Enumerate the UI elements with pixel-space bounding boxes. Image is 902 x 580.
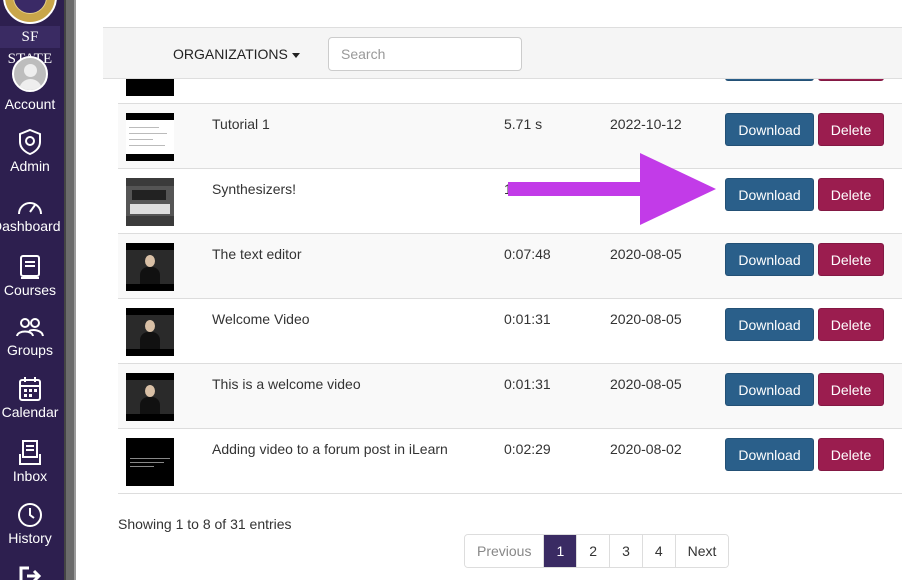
brand-text: SF STATE [0, 26, 60, 67]
download-button[interactable]: Download [725, 438, 814, 471]
pagination-next[interactable]: Next [674, 535, 729, 567]
download-button[interactable]: Download [725, 243, 814, 276]
video-length: 0:02:29 [504, 441, 551, 457]
video-title[interactable]: This is a welcome video [212, 376, 361, 392]
video-title[interactable]: Tutorial 1 [212, 116, 270, 132]
nav-inbox[interactable]: Inbox [0, 440, 60, 484]
pagination-page-4[interactable]: 4 [641, 535, 675, 567]
video-thumbnail [126, 308, 174, 356]
video-thumbnail [126, 113, 174, 161]
nav-account-label: Account [4, 96, 56, 112]
nav-inbox-label: Inbox [12, 468, 48, 484]
video-title[interactable]: Adding video to a forum post in iLearn [212, 441, 448, 457]
download-button[interactable]: Download [725, 178, 814, 211]
video-length: 0:07:48 [504, 246, 551, 262]
calendar-icon [19, 377, 41, 401]
nav-dashboard-label: Dashboard [0, 218, 61, 234]
video-thumbnail [126, 373, 174, 421]
nav-history[interactable]: History [0, 502, 60, 546]
video-thumbnail [126, 438, 174, 486]
table-row: This is a welcome video 0:01:31 2020-08-… [118, 364, 902, 429]
global-nav: SF STATE Account Admin Dashboard Courses [0, 0, 64, 580]
video-title[interactable]: The text editor [212, 246, 302, 262]
video-date: 2020-08-02 [610, 441, 682, 457]
delete-button[interactable]: Delete [818, 373, 884, 406]
shield-icon [19, 128, 41, 156]
entries-info: Showing 1 to 8 of 31 entries [118, 516, 292, 532]
video-title[interactable]: Synthesizers! [212, 181, 296, 197]
delete-button[interactable]: Delete [818, 308, 884, 341]
video-thumbnail [126, 178, 174, 226]
delete-button[interactable]: Delete [818, 113, 884, 146]
nav-groups-label: Groups [7, 342, 53, 358]
book-icon [20, 255, 40, 279]
video-date: 2020-08-05 [610, 376, 682, 392]
nav-calendar[interactable]: Calendar [0, 376, 60, 420]
delete-button[interactable]: Delete [818, 243, 884, 276]
people-icon [16, 318, 44, 337]
nav-calendar-label: Calendar [1, 404, 59, 420]
annotation-arrow-icon [508, 153, 716, 225]
download-button[interactable]: Download [725, 308, 814, 341]
nav-dashboard[interactable]: Dashboard [0, 196, 61, 234]
nav-courses[interactable]: Courses [0, 254, 60, 298]
organizations-label: ORGANIZATIONS [173, 46, 288, 62]
pagination-page-3[interactable]: 3 [609, 535, 642, 567]
nav-courses-label: Courses [3, 282, 57, 298]
pagination: Previous 1 2 3 4 Next [464, 534, 730, 568]
university-seal-icon [3, 0, 57, 24]
nav-divider [64, 0, 76, 580]
pagination-page-1[interactable]: 1 [543, 535, 577, 567]
video-date: 2022-10-12 [610, 116, 682, 132]
nav-account[interactable]: Account [0, 56, 60, 112]
media-toolbar: ORGANIZATIONS [103, 27, 902, 79]
video-length: 0:01:31 [504, 311, 551, 327]
table-row: Welcome Video 0:01:31 2020-08-05 Downloa… [118, 299, 902, 364]
organizations-dropdown[interactable]: ORGANIZATIONS [173, 46, 300, 62]
table-row: The text editor 0:07:48 2020-08-05 Downl… [118, 234, 902, 299]
logout-icon [19, 566, 42, 580]
download-button[interactable]: Download [725, 113, 814, 146]
download-button[interactable]: Download [725, 373, 814, 406]
video-date: 2020-08-05 [610, 246, 682, 262]
pagination-page-2[interactable]: 2 [576, 535, 610, 567]
nav-admin-label: Admin [10, 158, 50, 174]
caret-down-icon [291, 52, 300, 58]
video-length: 0:01:31 [504, 376, 551, 392]
nav-admin[interactable]: Admin [0, 128, 60, 174]
inbox-icon [19, 440, 41, 465]
delete-button[interactable]: Delete [818, 438, 884, 471]
nav-logout[interactable] [0, 566, 60, 580]
video-date: 2020-08-05 [610, 311, 682, 327]
sf-state-logo[interactable]: SF STATE [0, 0, 60, 67]
video-title[interactable]: Welcome Video [212, 311, 310, 327]
user-avatar-icon [12, 56, 48, 92]
nav-history-label: History [8, 530, 52, 546]
table-row: Adding video to a forum post in iLearn 0… [118, 429, 902, 494]
search-input[interactable] [328, 37, 522, 71]
pagination-previous[interactable]: Previous [465, 535, 544, 567]
clock-icon [18, 503, 42, 527]
video-thumbnail [126, 243, 174, 291]
delete-button[interactable]: Delete [818, 178, 884, 211]
video-length: 5.71 s [504, 116, 543, 132]
nav-groups[interactable]: Groups [0, 316, 60, 358]
gauge-icon [18, 202, 42, 215]
